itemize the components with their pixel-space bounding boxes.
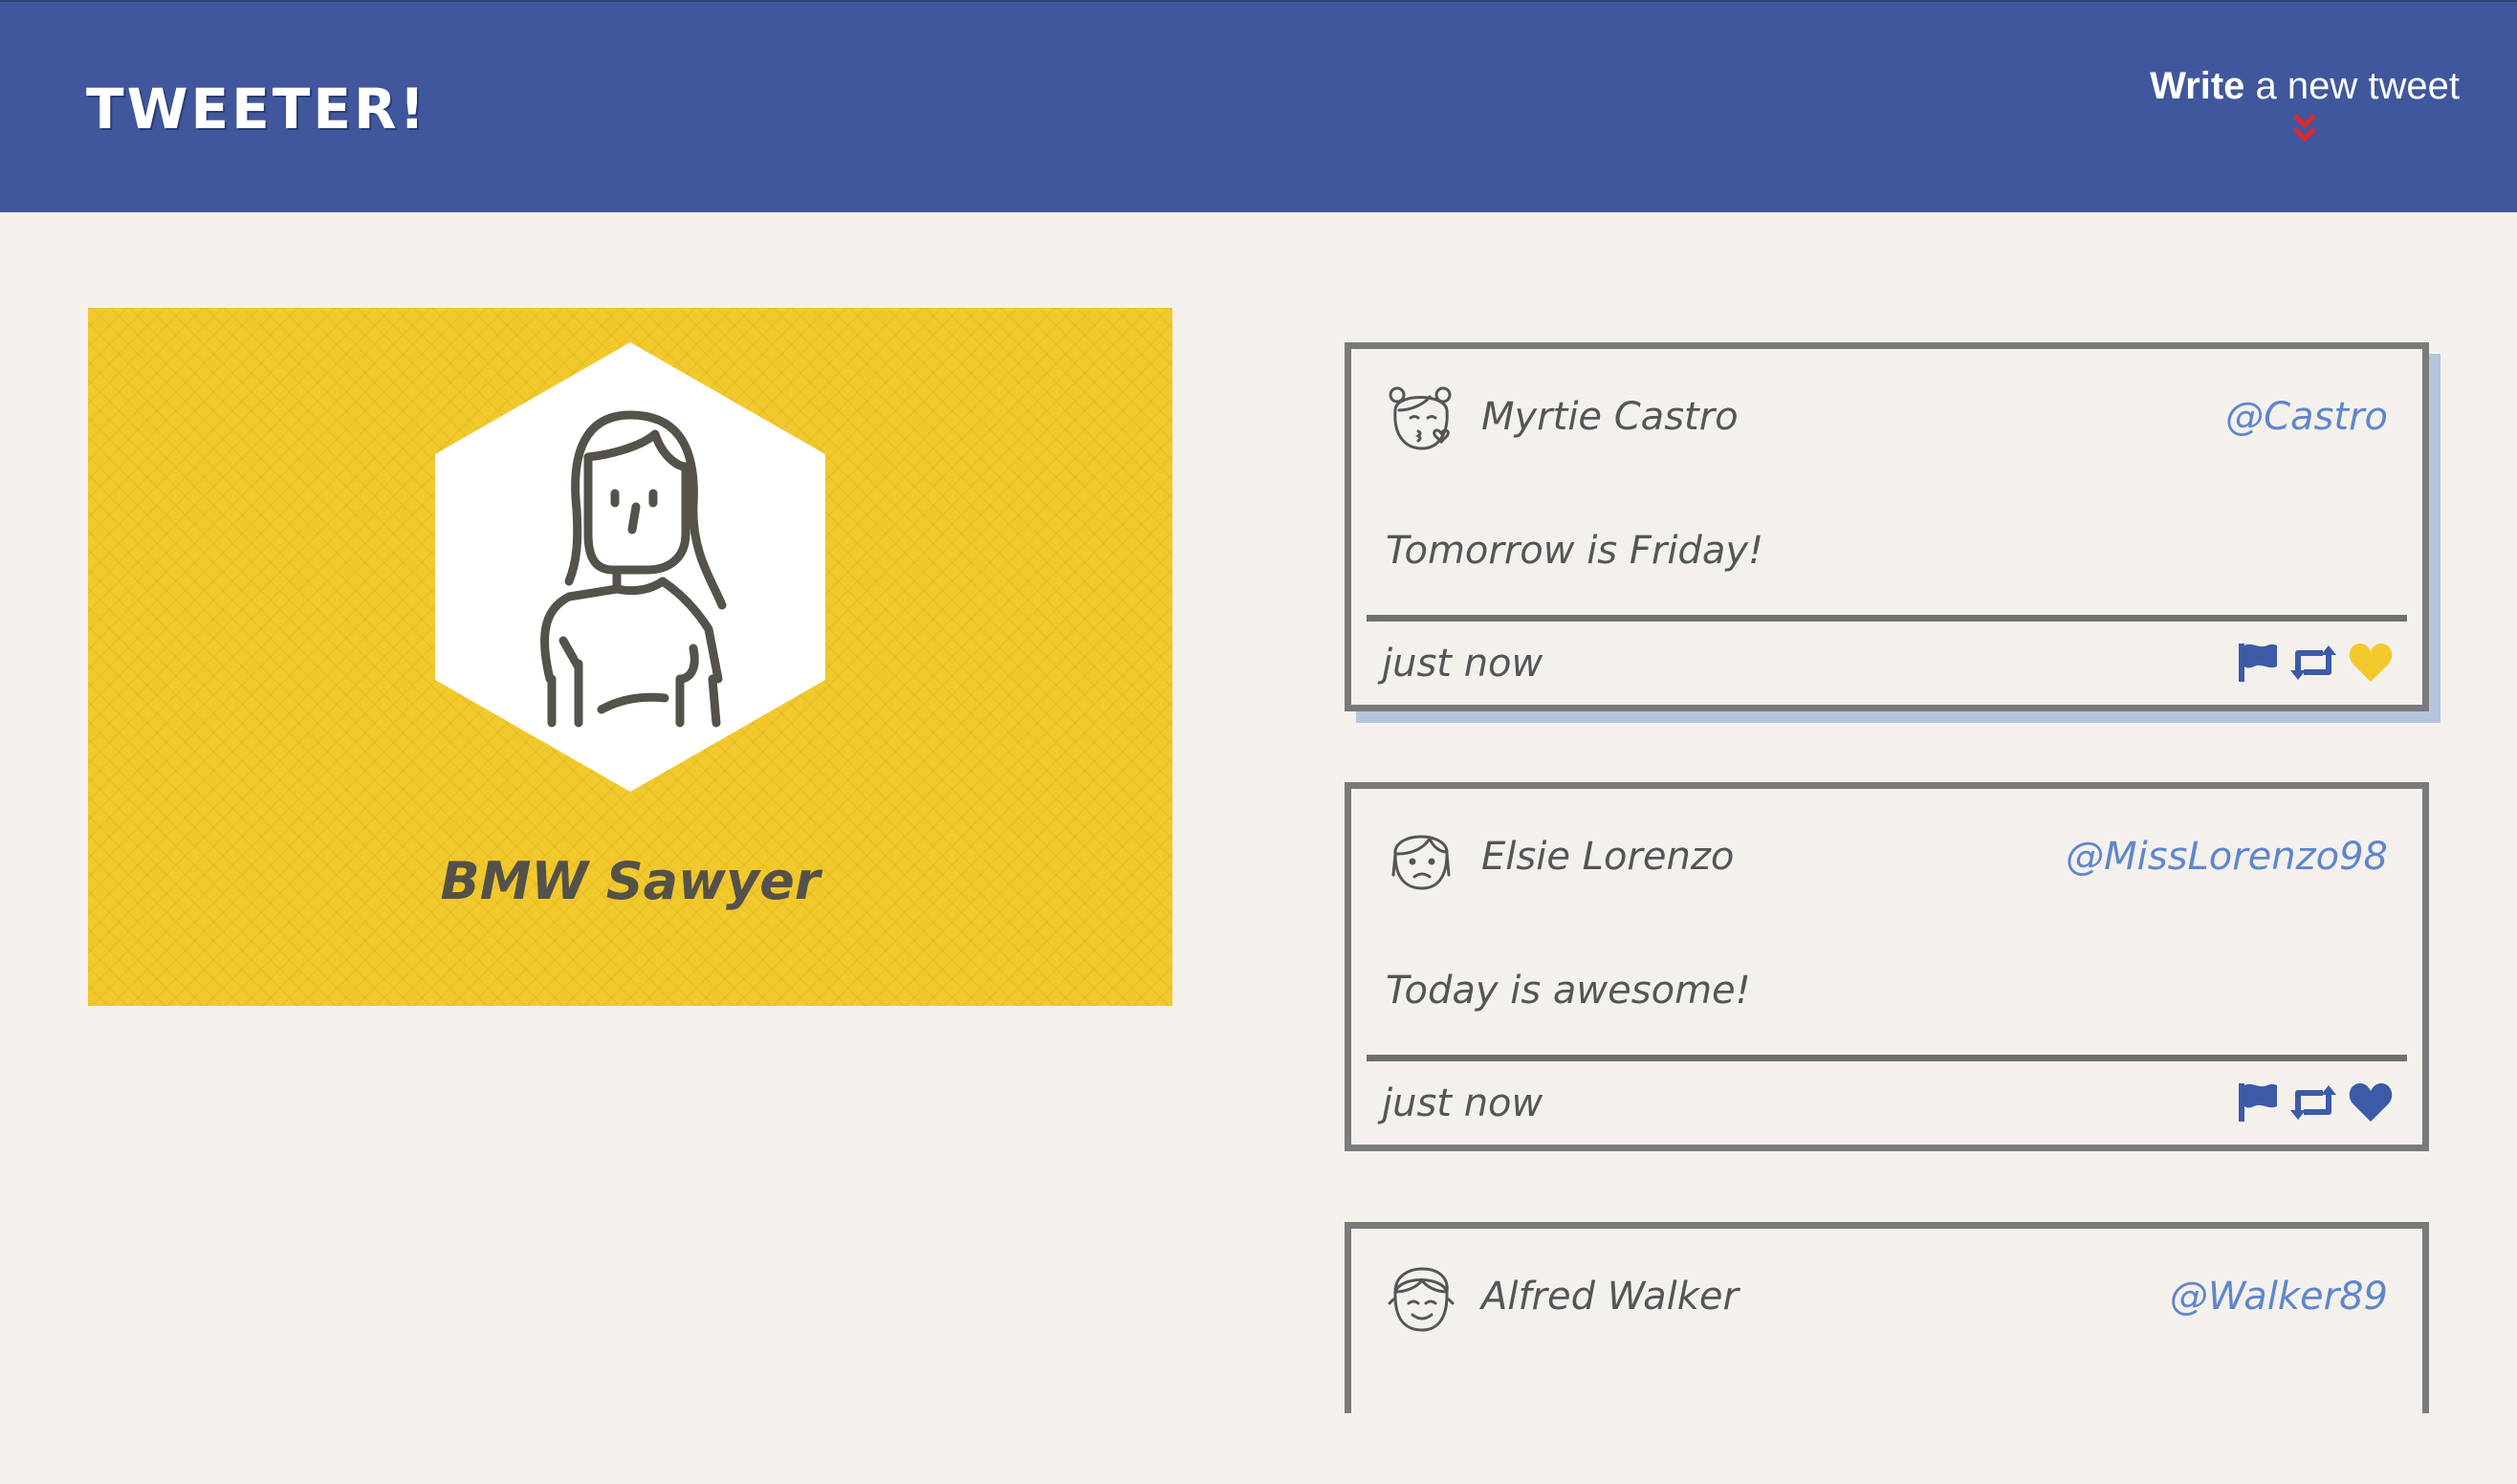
profile-name: BMW Sawyer [440, 851, 821, 911]
tweet-author-name: Myrtie Castro [1481, 395, 1739, 439]
tweet-actions [2235, 642, 2394, 684]
girl-kiss-avatar-icon [1389, 386, 1452, 450]
brand-logo[interactable]: TWEETER! [86, 76, 427, 142]
tweet-timestamp: just now [1382, 1081, 1543, 1125]
compose-label-rest: a new tweet [2255, 65, 2460, 107]
boy-avatar-icon [1388, 1267, 1455, 1332]
heart-icon[interactable] [2348, 642, 2394, 684]
tweet-timestamp: just now [1382, 642, 1543, 686]
tweet-card[interactable]: Alfred Walker @Walker89 [1345, 1222, 2429, 1413]
tweet-header: Alfred Walker @Walker89 [1386, 1261, 2388, 1340]
tweet-card[interactable]: Elsie Lorenzo @MissLorenzo98 Today is aw… [1345, 782, 2429, 1151]
tweet-header: Elsie Lorenzo @MissLorenzo98 [1386, 821, 2388, 900]
girl-sad-avatar-icon [1391, 835, 1451, 890]
flag-icon[interactable] [2235, 642, 2279, 684]
tweet-divider [1367, 615, 2407, 622]
top-nav: TWEETER! Write a new tweet [0, 0, 2517, 212]
tweet-author-handle[interactable]: @MissLorenzo98 [2066, 835, 2388, 879]
heart-icon[interactable] [2348, 1081, 2394, 1124]
tweet-author-handle[interactable]: @Walker89 [2170, 1275, 2388, 1319]
compose-label-strong: Write [2150, 65, 2245, 107]
profile-card: BMW Sawyer [88, 308, 1172, 1006]
tweet-text: Tomorrow is Friday! [1386, 529, 1764, 573]
tweet-author-name: Alfred Walker [1481, 1275, 1739, 1319]
tweet-author-handle[interactable]: @Castro [2225, 395, 2388, 439]
tweet-feed: Myrtie Castro @Castro Tomorrow is Friday… [1345, 342, 2431, 1484]
tweet-card[interactable]: Myrtie Castro @Castro Tomorrow is Friday… [1345, 342, 2429, 711]
tweet-divider [1367, 1055, 2407, 1061]
tweet-author-name: Elsie Lorenzo [1481, 835, 1735, 879]
retweet-icon[interactable] [2288, 642, 2338, 684]
tweet-actions [2235, 1081, 2394, 1124]
retweet-icon[interactable] [2288, 1081, 2338, 1124]
tweet-text: Today is awesome! [1386, 969, 1751, 1013]
tweet-header: Myrtie Castro @Castro [1386, 382, 2388, 460]
compose-toggle[interactable]: Write a new tweet [2150, 65, 2460, 144]
woman-avatar-icon [435, 342, 825, 792]
flag-icon[interactable] [2235, 1081, 2279, 1124]
double-chevron-down-icon[interactable] [2290, 112, 2319, 144]
